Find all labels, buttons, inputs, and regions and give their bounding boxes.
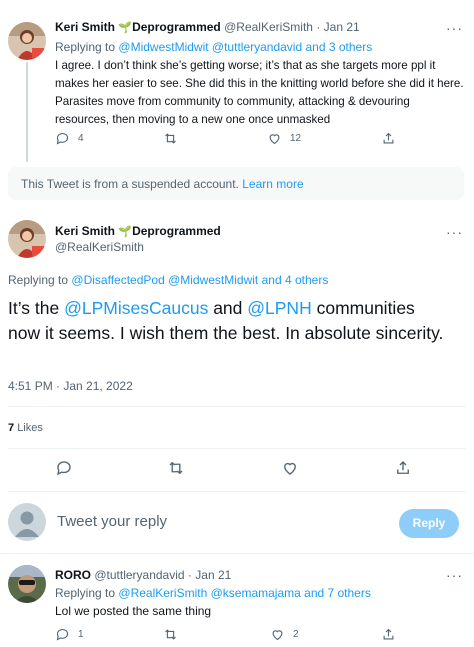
default-avatar-icon — [8, 503, 46, 541]
replying-label: Replying to — [55, 40, 116, 54]
reply-action[interactable]: 1 — [55, 627, 84, 642]
like-count: 2 — [293, 629, 299, 640]
badge-emoji-icon: 🌱 — [118, 22, 133, 34]
reply-input[interactable]: Tweet your reply — [57, 513, 167, 530]
author-name[interactable]: Keri Smith — [55, 20, 115, 34]
reply-composer: Tweet your reply Reply — [0, 495, 474, 555]
thread-line — [26, 62, 28, 162]
reply-icon — [56, 628, 69, 641]
author-name[interactable]: Keri Smith — [55, 224, 115, 238]
main-tweet: Keri Smith 🌱Deprogrammed @RealKeriSmith … — [0, 210, 474, 500]
replying-label: Replying to — [55, 586, 116, 600]
tweet-date[interactable]: Jan 21 — [195, 568, 231, 582]
dot-separator: · — [316, 20, 321, 34]
share-action[interactable] — [381, 131, 396, 146]
share-action[interactable] — [381, 627, 396, 642]
retweet-icon — [165, 133, 176, 144]
reply-count: 4 — [78, 133, 84, 144]
share-icon — [397, 461, 409, 474]
replying-to-link[interactable]: @RealKeriSmith @ksemamajama and 7 others — [118, 586, 370, 600]
likes-count: 7 — [8, 422, 15, 434]
tweet-text-part1: It’s the — [8, 298, 65, 318]
reply-action[interactable] — [55, 459, 73, 477]
likes-summary[interactable]: 7 Likes — [8, 422, 43, 434]
heart-icon — [272, 630, 283, 641]
avatar[interactable] — [8, 220, 46, 258]
heart-icon — [284, 462, 296, 475]
reply-count: 1 — [78, 629, 84, 640]
more-options-icon[interactable]: ··· — [446, 20, 463, 36]
reply-button[interactable]: Reply — [399, 509, 459, 538]
share-icon — [383, 628, 394, 640]
share-action[interactable] — [394, 459, 412, 477]
like-action[interactable]: 12 — [267, 131, 301, 146]
badge-emoji-icon: 🌱 — [118, 226, 133, 238]
retweet-action[interactable] — [163, 627, 178, 642]
divider — [8, 491, 466, 492]
replying-to-link[interactable]: @DisaffectedPod @MidwestMidwit and 4 oth… — [71, 273, 328, 287]
author-handle[interactable]: @tuttleryandavid — [94, 568, 184, 582]
retweet-icon — [169, 461, 183, 475]
tweet-reply-1[interactable]: Keri Smith 🌱Deprogrammed @RealKeriSmith … — [0, 0, 474, 162]
heart-icon — [269, 134, 280, 145]
tweet-reply-3[interactable]: RORO @tuttleryandavid · Jan 21 ··· Reply… — [0, 555, 474, 647]
mention-lpmisescaucus[interactable]: @LPMisesCaucus — [64, 298, 208, 318]
author-badge: Deprogrammed — [132, 224, 221, 238]
dot-separator: · — [187, 568, 192, 582]
reply-action[interactable]: 4 — [55, 131, 84, 146]
tweet-date[interactable]: Jan 21 — [324, 20, 360, 34]
tweet-text: Lol we posted the same thing — [55, 604, 212, 618]
more-options-icon[interactable]: ··· — [446, 224, 463, 240]
like-action[interactable]: 2 — [270, 627, 299, 642]
author-badge: Deprogrammed — [132, 20, 221, 34]
tweet-text: I agree. I don’t think she’s getting wor… — [55, 59, 464, 126]
like-action[interactable] — [281, 459, 299, 477]
suspended-text: This Tweet is from a suspended account. — [21, 177, 239, 191]
likes-label: Likes — [17, 422, 43, 434]
retweet-action[interactable] — [163, 131, 178, 146]
author-handle[interactable]: @RealKeriSmith — [55, 240, 144, 254]
author-name[interactable]: RORO — [55, 568, 91, 582]
retweet-action[interactable] — [167, 459, 185, 477]
more-options-icon[interactable]: ··· — [446, 567, 463, 583]
tweet-text: It’s the @LPMisesCaucus and @LPNH commun… — [8, 296, 448, 346]
share-icon — [383, 132, 394, 144]
retweet-icon — [165, 629, 176, 640]
replying-to-link[interactable]: @MidwestMidwit @tuttleryandavid and 3 ot… — [118, 40, 372, 54]
divider — [8, 448, 466, 449]
replying-label: Replying to — [8, 273, 69, 287]
suspended-notice: This Tweet is from a suspended account. … — [8, 167, 464, 200]
like-count: 12 — [290, 133, 302, 144]
avatar[interactable] — [8, 22, 46, 60]
author-handle[interactable]: @RealKeriSmith — [224, 20, 313, 34]
divider — [8, 406, 466, 407]
tweet-timestamp[interactable]: 4:51 PM · Jan 21, 2022 — [8, 379, 133, 393]
mention-lpnh[interactable]: @LPNH — [247, 298, 311, 318]
divider — [0, 553, 474, 554]
learn-more-link[interactable]: Learn more — [242, 177, 303, 191]
tweet-text-part2: and — [208, 298, 248, 318]
avatar[interactable] — [8, 565, 46, 603]
reply-icon — [57, 461, 71, 476]
reply-icon — [56, 132, 69, 145]
